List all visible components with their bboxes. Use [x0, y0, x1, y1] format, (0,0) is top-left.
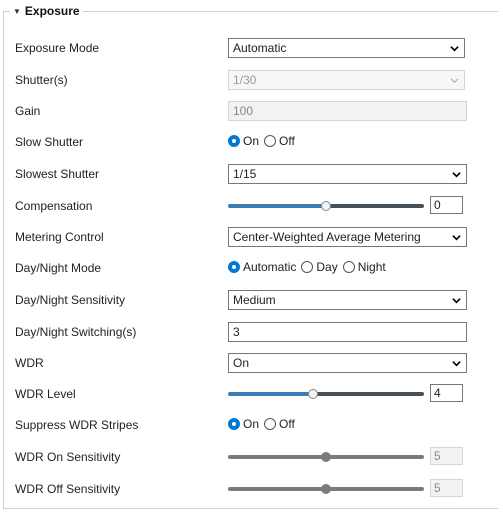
wdr-on-sensitivity-input[interactable]: 5	[430, 447, 463, 465]
wdr-value: On	[233, 356, 250, 370]
exposure-mode-value: Automatic	[233, 41, 287, 55]
day-night-mode-label: Day/Night Mode	[15, 261, 102, 275]
radio-checked-icon[interactable]	[228, 135, 240, 147]
day-night-night-option[interactable]: Night	[342, 260, 386, 274]
slow-shutter-on-option[interactable]: On	[228, 134, 259, 148]
slowest-shutter-value: 1/15	[233, 167, 257, 181]
metering-control-label: Metering Control	[15, 230, 104, 244]
day-night-day-label: Day	[316, 260, 338, 274]
radio-checked-icon[interactable]	[228, 418, 240, 430]
day-night-day-option[interactable]: Day	[301, 260, 338, 274]
day-night-sensitivity-select[interactable]: Medium	[228, 290, 467, 310]
wdr-on-sensitivity-label: WDR On Sensitivity	[15, 450, 121, 464]
slider-fill	[228, 455, 326, 459]
section-title: Exposure	[24, 4, 80, 18]
section-header[interactable]: ▼ Exposure	[10, 4, 83, 18]
row-gain: Gain 100	[15, 101, 485, 121]
row-day-night-switching: Day/Night Switching(s) 3	[15, 322, 485, 342]
row-metering-control: Metering Control Center-Weighted Average…	[15, 227, 485, 247]
chevron-down-icon	[452, 172, 461, 178]
slider-track	[326, 204, 424, 208]
row-compensation: Compensation 0	[15, 196, 485, 216]
chevron-down-icon	[452, 298, 461, 304]
wdr-select[interactable]: On	[228, 353, 467, 373]
shutter-select[interactable]: 1/30	[228, 70, 465, 90]
slider-track	[313, 392, 424, 396]
chevron-down-icon	[450, 78, 459, 84]
suppress-wdr-off-label: Off	[279, 417, 295, 431]
row-wdr-off-sensitivity: WDR Off Sensitivity 5	[15, 479, 485, 499]
slider-thumb[interactable]	[321, 484, 331, 494]
day-night-sensitivity-value: Medium	[233, 293, 276, 307]
wdr-off-sensitivity-label: WDR Off Sensitivity	[15, 482, 121, 496]
day-night-night-label: Night	[357, 260, 386, 274]
wdr-on-sensitivity-slider[interactable]	[228, 452, 424, 462]
slow-shutter-off-label: Off	[279, 134, 295, 148]
radio-unchecked-icon[interactable]	[342, 261, 355, 273]
slider-fill	[228, 204, 326, 208]
suppress-wdr-stripes-label: Suppress WDR Stripes	[15, 418, 139, 432]
slider-fill	[228, 487, 326, 491]
wdr-off-sensitivity-slider[interactable]	[228, 484, 424, 494]
row-suppress-wdr-stripes: Suppress WDR Stripes On Off	[15, 415, 485, 435]
radio-unchecked-icon[interactable]	[301, 261, 314, 273]
radio-checked-icon[interactable]	[228, 261, 240, 273]
radio-unchecked-icon[interactable]	[264, 135, 277, 147]
row-slow-shutter: Slow Shutter On Off	[15, 132, 485, 152]
compensation-label: Compensation	[15, 199, 93, 213]
row-day-night-mode: Day/Night Mode Automatic Day Night	[15, 258, 485, 278]
exposure-mode-label: Exposure Mode	[15, 41, 100, 55]
slider-track	[326, 455, 424, 459]
slow-shutter-off-option[interactable]: Off	[264, 134, 295, 148]
caret-down-icon[interactable]: ▼	[13, 7, 21, 16]
row-wdr-on-sensitivity: WDR On Sensitivity 5	[15, 447, 485, 467]
suppress-wdr-on-label: On	[243, 417, 260, 431]
day-night-automatic-option[interactable]: Automatic	[228, 260, 296, 274]
day-night-switching-input[interactable]: 3	[228, 322, 467, 342]
slow-shutter-on-label: On	[243, 134, 260, 148]
row-wdr: WDR On	[15, 353, 485, 373]
wdr-level-label: WDR Level	[15, 387, 76, 401]
slow-shutter-label: Slow Shutter	[15, 135, 84, 149]
suppress-wdr-stripes-radio-group: On Off	[228, 417, 300, 431]
slider-fill	[228, 392, 313, 396]
gain-label: Gain	[15, 104, 41, 118]
suppress-wdr-on-option[interactable]: On	[228, 417, 259, 431]
day-night-mode-radio-group: Automatic Day Night	[228, 260, 391, 274]
slowest-shutter-select[interactable]: 1/15	[228, 164, 467, 184]
day-night-switching-label: Day/Night Switching(s)	[15, 325, 137, 339]
metering-control-select[interactable]: Center-Weighted Average Metering	[228, 227, 467, 247]
row-shutter: Shutter(s) 1/30	[15, 70, 485, 90]
day-night-automatic-label: Automatic	[243, 260, 297, 274]
metering-control-value: Center-Weighted Average Metering	[233, 230, 421, 244]
wdr-label: WDR	[15, 356, 44, 370]
wdr-level-slider[interactable]	[228, 389, 424, 399]
slider-track	[326, 487, 424, 491]
slider-thumb[interactable]	[308, 389, 318, 399]
compensation-input[interactable]: 0	[430, 196, 463, 214]
exposure-mode-select[interactable]: Automatic	[228, 38, 465, 58]
wdr-level-input[interactable]: 4	[430, 384, 463, 402]
slider-thumb[interactable]	[321, 201, 331, 211]
slow-shutter-radio-group: On Off	[228, 134, 300, 148]
slider-thumb[interactable]	[321, 452, 331, 462]
suppress-wdr-off-option[interactable]: Off	[264, 417, 295, 431]
gain-input[interactable]: 100	[228, 101, 467, 121]
day-night-sensitivity-label: Day/Night Sensitivity	[15, 293, 126, 307]
row-wdr-level: WDR Level 4	[15, 384, 485, 404]
chevron-down-icon	[452, 361, 461, 367]
shutter-label: Shutter(s)	[15, 73, 68, 87]
shutter-value: 1/30	[233, 73, 257, 87]
row-day-night-sensitivity: Day/Night Sensitivity Medium	[15, 290, 485, 310]
row-exposure-mode: Exposure Mode Automatic	[15, 38, 485, 58]
row-slowest-shutter: Slowest Shutter 1/15	[15, 164, 485, 184]
chevron-down-icon	[450, 46, 459, 52]
slowest-shutter-label: Slowest Shutter	[15, 167, 100, 181]
radio-unchecked-icon[interactable]	[264, 418, 277, 430]
compensation-slider[interactable]	[228, 201, 424, 211]
chevron-down-icon	[452, 235, 461, 241]
wdr-off-sensitivity-input[interactable]: 5	[430, 479, 463, 497]
